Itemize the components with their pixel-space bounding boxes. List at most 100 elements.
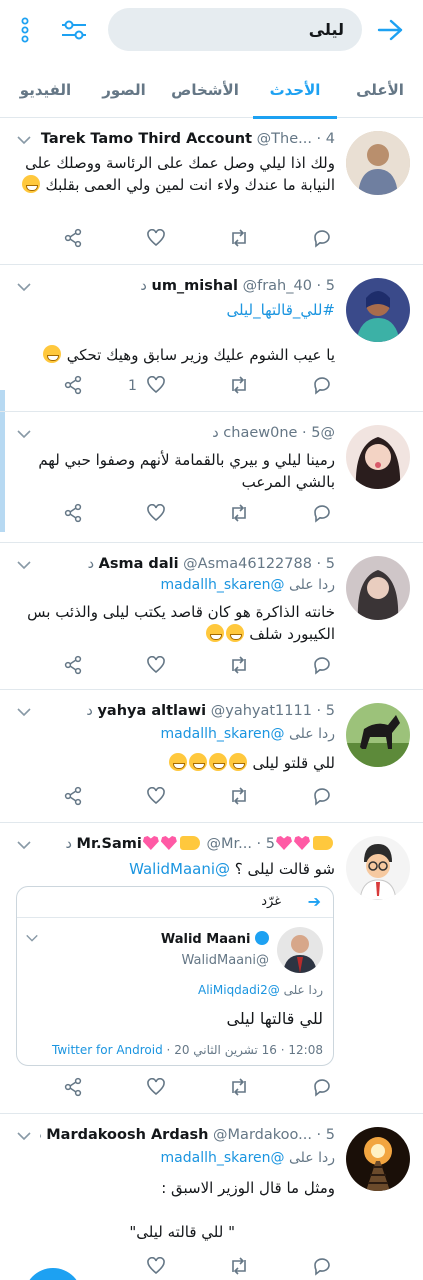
tweet[interactable]: @chaew0ne · 5 د رمينا ليلي و بيري بالقما…: [0, 413, 423, 543]
tweet[interactable]: Asma dali @Asma46122788 · 5 د ردا على @m…: [0, 544, 423, 690]
display-name[interactable]: Asma dali: [99, 556, 179, 572]
hashtag-link[interactable]: #للي_قالتها_ليلى: [14, 299, 336, 321]
share-icon[interactable]: [62, 374, 84, 396]
retweet-icon[interactable]: [228, 654, 250, 676]
tweet[interactable]: yahya altlawi @yahyat1111 · 5 د ردا على …: [0, 691, 423, 823]
avatar[interactable]: [346, 556, 410, 620]
retweet-icon[interactable]: [228, 374, 250, 396]
reply-icon[interactable]: [311, 374, 333, 396]
retweet-icon[interactable]: [228, 785, 250, 807]
like-icon[interactable]: [145, 785, 167, 807]
filter-sliders-icon[interactable]: [58, 14, 90, 46]
tweet[interactable]: um_mishal @frah_40 · 5 د #للي_قالتها_ليل…: [0, 266, 423, 412]
tab-top[interactable]: الأعلى: [337, 62, 423, 118]
tweet[interactable]: Mardakoosh Ardash @Mardakoo... · 5 د ردا…: [0, 1115, 423, 1280]
tab-photos[interactable]: الصور: [91, 62, 157, 118]
like-icon[interactable]: [145, 1255, 167, 1277]
tab-latest[interactable]: الأحدث: [253, 62, 337, 119]
search-tabs: الأعلى الأحدث الأشخاص الصور الفيديو: [0, 62, 423, 119]
tweet-actions: [0, 502, 423, 528]
reply-context: ردا على @madallh_skaren: [160, 577, 335, 593]
reply-icon[interactable]: [311, 654, 333, 676]
share-icon[interactable]: [62, 502, 84, 524]
search-input[interactable]: ليلى: [108, 8, 362, 51]
tweet[interactable]: Mr.Sami @Mr... · 5 د شو قالت ليلى ؟ @Wal…: [0, 824, 423, 1114]
quoted-display-name[interactable]: Walid Maani: [161, 932, 251, 947]
display-name[interactable]: Tarek Tamo Third Account: [41, 131, 252, 147]
more-vertical-icon[interactable]: [10, 14, 40, 46]
tweet-text: رمينا ليلي و بيري بالقمامة لأنهم وصفوا ح…: [38, 451, 335, 491]
tweet-text: ومثل ما قال الوزير الاسبق :: [161, 1179, 335, 1197]
avatar[interactable]: [346, 703, 410, 767]
tweet-text: للي قلتو ليلى: [14, 752, 335, 774]
retweet-icon[interactable]: [228, 502, 250, 524]
quoted-handle: @WalidMaani: [181, 953, 269, 968]
heart-emoji: [294, 836, 310, 850]
like-icon[interactable]: [145, 227, 167, 249]
tweet-text: شو قالت ليلى ؟ @WalidMaani: [129, 860, 335, 878]
avatar[interactable]: [346, 836, 410, 900]
quoted-name-row: Walid Maani: [161, 931, 269, 947]
chevron-down-icon[interactable]: [16, 837, 32, 853]
grinning-emoji: [208, 753, 227, 771]
chevron-down-icon[interactable]: [25, 931, 39, 945]
grinning-emoji: [205, 624, 224, 642]
client-source-link[interactable]: Twitter for Android: [52, 1043, 163, 1057]
verified-badge-icon: [255, 931, 269, 945]
handle-time: @chaew0ne · 5 د: [212, 425, 335, 441]
tweet[interactable]: Tarek Tamo Third Account @The... · 4 د و…: [0, 119, 423, 265]
reply-icon[interactable]: [311, 1076, 333, 1098]
chevron-down-icon[interactable]: [16, 279, 32, 295]
mention-link[interactable]: @WalidMaani: [129, 860, 230, 878]
chevron-down-icon[interactable]: [16, 1128, 32, 1144]
quoted-footer: 12:08 · 16 تشرين الثاني 20 · Twitter for…: [51, 1043, 323, 1057]
quoted-reply-context: ردا على @AliMiqdadi2: [198, 983, 323, 997]
tweet-text: يا عيب الشوم عليك وزير سابق وهيك تحكي: [14, 344, 335, 366]
retweet-icon[interactable]: [228, 1255, 250, 1277]
avatar[interactable]: [346, 425, 410, 489]
tweet-actions: [0, 227, 423, 253]
chevron-down-icon[interactable]: [16, 704, 32, 720]
share-icon[interactable]: [62, 785, 84, 807]
reply-handle-link[interactable]: @madallh_skaren: [161, 577, 285, 593]
reply-handle-link[interactable]: @madallh_skaren: [161, 1150, 285, 1166]
share-icon[interactable]: [62, 1076, 84, 1098]
like-icon[interactable]: [145, 374, 167, 396]
arrow-icon: ➔: [307, 892, 321, 911]
laughing-emoji: [21, 175, 40, 193]
like-icon[interactable]: [145, 502, 167, 524]
chevron-down-icon[interactable]: [16, 132, 32, 148]
chevron-down-icon[interactable]: [16, 426, 32, 442]
share-icon[interactable]: [62, 654, 84, 676]
grinning-emoji: [42, 345, 61, 363]
quoted-tweet[interactable]: ➔ غرّد Walid Maani @WalidMaani ردا على @…: [16, 886, 334, 1066]
pointing-hand-emoji: [179, 836, 200, 850]
reply-handle-link[interactable]: @madallh_skaren: [161, 726, 285, 742]
retweet-icon[interactable]: [228, 227, 250, 249]
top-bar: ليلى: [0, 0, 423, 60]
quoted-avatar[interactable]: [277, 927, 323, 973]
tweet-text: ولك اذا ليلي وصل عمك على الرئاسة ووصلك ع…: [14, 152, 335, 220]
display-name[interactable]: yahya altlawi: [97, 703, 206, 719]
retweet-icon[interactable]: [228, 1076, 250, 1098]
share-icon[interactable]: [62, 227, 84, 249]
reply-icon[interactable]: [311, 502, 333, 524]
reply-icon[interactable]: [311, 1255, 333, 1277]
display-name[interactable]: Mardakoosh Ardash: [46, 1127, 208, 1143]
display-name[interactable]: Mr.Sami: [77, 836, 142, 852]
quoted-reply-handle[interactable]: @AliMiqdadi2: [198, 983, 280, 997]
tweet-text: خانته الذاكرة هو كان قاصد يكتب ليلى والذ…: [27, 603, 335, 643]
like-icon[interactable]: [145, 654, 167, 676]
like-icon[interactable]: [145, 1076, 167, 1098]
avatar[interactable]: [346, 1127, 410, 1191]
tab-videos[interactable]: الفيديو: [0, 62, 91, 118]
reply-icon[interactable]: [311, 227, 333, 249]
back-arrow-icon[interactable]: [374, 14, 406, 46]
avatar[interactable]: [346, 131, 410, 195]
translate-row[interactable]: ➔ غرّد: [261, 887, 321, 917]
chevron-down-icon[interactable]: [16, 557, 32, 573]
reply-icon[interactable]: [311, 785, 333, 807]
avatar[interactable]: [346, 278, 410, 342]
tab-people[interactable]: الأشخاص: [157, 62, 253, 118]
display-name[interactable]: um_mishal: [152, 278, 238, 294]
